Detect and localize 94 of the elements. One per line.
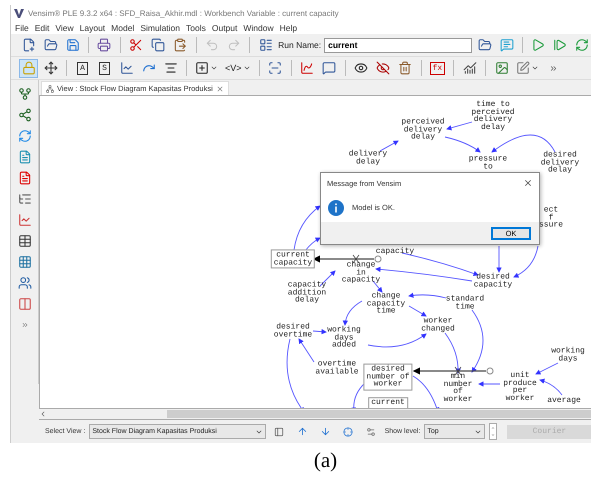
view-icon [46, 84, 54, 92]
folder-icon [478, 38, 492, 52]
line-chart-icon [120, 61, 134, 75]
variable-label: unit produce per worker [503, 372, 537, 402]
tool-button[interactable]: S [95, 58, 114, 78]
variable-label: capacity addition delay [288, 282, 326, 304]
lines-icon [164, 61, 178, 75]
close-icon [523, 178, 533, 188]
menu-item[interactable]: Edit [34, 22, 50, 32]
variable-label: pressure to [468, 155, 508, 171]
variable-label: worker changed [421, 317, 455, 333]
tool-button[interactable]: <V> [223, 58, 253, 78]
eye-icon [354, 61, 368, 75]
settings-icon [366, 426, 376, 436]
menu-item[interactable]: File [15, 22, 29, 32]
variable-label: min number of worker [444, 372, 472, 404]
loop-icon [18, 128, 32, 142]
play-icon [531, 38, 546, 52]
variable-label: change in capacity [342, 262, 380, 284]
comment-icon [322, 61, 336, 75]
menu-item[interactable]: View [55, 22, 74, 32]
folder-icon [44, 38, 58, 52]
compare-icon [18, 296, 32, 310]
variable-label: perceived delivery delay [401, 118, 445, 142]
printer-icon [97, 38, 112, 52]
trash-icon [398, 61, 412, 75]
tool-button[interactable]: A [73, 58, 92, 78]
variable-add-icon [195, 61, 209, 75]
refresh-icon [575, 38, 590, 52]
people-icon [18, 276, 32, 290]
scissors-icon [129, 38, 144, 52]
run-settings-icon [258, 38, 273, 52]
variable-label: desired delivery delay [540, 152, 580, 174]
eye-off-icon [376, 61, 390, 75]
down-arrow-icon [320, 426, 331, 437]
horizontal-scrollbar[interactable] [39, 409, 591, 420]
crosshair-icon [343, 426, 354, 436]
up-arrow-icon [296, 426, 308, 437]
variable-label: overtime available [315, 360, 359, 376]
variable-label: delivery delay [348, 150, 388, 166]
variable-label: average [547, 397, 581, 405]
copy-icon [151, 38, 166, 52]
close-icon [216, 84, 224, 92]
window-title: Vensim® PLE 9.3.2 x64 : SFD_Raisa_Akhir.mdl : Workbench Variable : current capacity [28, 8, 339, 18]
image-icon [494, 61, 509, 75]
document-icon [18, 170, 32, 184]
line-chart-icon [18, 212, 32, 226]
variable-label: standard time [446, 295, 484, 311]
paste-icon [173, 38, 188, 52]
merge-icon [268, 61, 282, 75]
chart-icon [462, 61, 477, 75]
menu-item[interactable]: Help [280, 22, 298, 32]
chevrons-icon [549, 64, 558, 72]
run-name-field[interactable]: current [324, 38, 472, 52]
chevrons-icon [20, 320, 28, 328]
save-icon [66, 38, 80, 52]
variable-label: ect f ssure [539, 206, 563, 230]
new-file-icon [22, 38, 36, 52]
stock-box: current [368, 397, 408, 408]
menu-item[interactable]: Window [243, 22, 274, 32]
menu-item[interactable]: Model [111, 22, 134, 32]
run-name-label: Run Name: [278, 40, 322, 50]
scroll-left-icon [39, 410, 47, 418]
variable-label: working days [551, 347, 585, 363]
step-icon [553, 38, 568, 52]
share-icon [18, 108, 32, 122]
menu-item[interactable]: Layout [80, 22, 106, 32]
graph-icon [300, 61, 314, 75]
move-icon [44, 61, 58, 75]
info-icon [328, 200, 344, 216]
list-icon [18, 192, 32, 206]
undo-icon [204, 38, 219, 52]
stock-box: desired number of worker [363, 364, 413, 390]
variable-label: desired overtime [274, 323, 312, 339]
menu-item[interactable]: Tools [186, 22, 206, 32]
variable-label: change capacity time [366, 292, 406, 316]
figure-caption: (a) [312, 448, 338, 473]
lock-icon [22, 61, 36, 75]
menu-item[interactable]: Output [212, 22, 238, 32]
stock-box: current capacity [270, 249, 316, 269]
variable-label: time to perceived delivery delay [471, 100, 515, 132]
comment-icon [500, 38, 514, 52]
menu-item[interactable]: Simulation [140, 22, 180, 32]
redo-icon [226, 38, 241, 52]
variable-label: desired capacity [474, 273, 512, 289]
table-icon [18, 234, 32, 248]
panel-icon [274, 426, 284, 436]
logo-icon [14, 8, 24, 18]
grid-icon [18, 254, 32, 268]
document-icon [18, 150, 32, 164]
variable-label: capacity [376, 248, 414, 256]
edit-icon [516, 61, 530, 75]
tree-icon [18, 86, 32, 100]
variable-label: working days added [327, 326, 361, 350]
